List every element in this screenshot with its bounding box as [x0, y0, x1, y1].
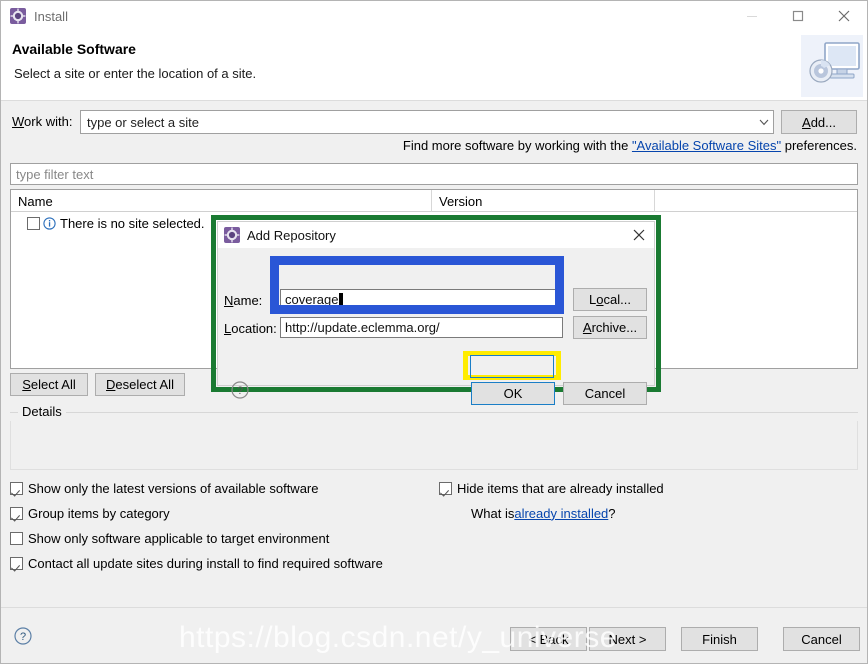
archive-button-label: Archive...: [582, 320, 638, 335]
option-checkbox[interactable]: [439, 481, 452, 495]
column-header-extra[interactable]: [655, 190, 857, 212]
dialog-ok-label: OK: [503, 386, 523, 401]
window-title: Install: [34, 8, 68, 24]
available-software-sites-link[interactable]: "Available Software Sites": [632, 138, 781, 153]
chevron-down-icon[interactable]: [755, 111, 773, 133]
option-show-applicable-to-target[interactable]: Show only software applicable to target …: [10, 529, 329, 547]
column-header-version[interactable]: Version: [432, 190, 655, 212]
svg-text:?: ?: [237, 385, 243, 397]
hint-suffix: ?: [608, 505, 616, 521]
find-more-suffix: preferences.: [781, 138, 857, 153]
option-contact-all-update-sites[interactable]: Contact all update sites during install …: [10, 554, 383, 572]
minimize-button[interactable]: [729, 1, 775, 31]
location-input[interactable]: http://update.eclemma.org/: [280, 317, 563, 338]
deselect-all-button[interactable]: Deselect All: [95, 373, 185, 396]
row-name: There is no site selected.: [60, 215, 205, 231]
local-button[interactable]: Local...: [573, 288, 647, 311]
filter-input-text[interactable]: type filter text: [11, 167, 93, 182]
finish-button-label: Finish: [702, 631, 737, 647]
dialog-cancel-label: Cancel: [584, 386, 626, 401]
wizard-footer: ? < Back Next > Finish Cancel: [1, 608, 867, 663]
work-with-input[interactable]: type or select a site: [81, 115, 755, 130]
blue-highlight-annotation: [270, 256, 564, 314]
row-checkbox[interactable]: [27, 216, 40, 230]
details-content: [10, 421, 858, 470]
eclipse-install-icon: [10, 8, 26, 24]
next-button[interactable]: Next >: [589, 627, 666, 651]
maximize-button[interactable]: [775, 1, 821, 31]
already-installed-hint: What is already installed?: [471, 504, 616, 522]
dialog-title-bar: Add Repository: [218, 222, 654, 248]
deselect-all-label: Deselect All: [106, 377, 174, 392]
hint-prefix: What is: [471, 505, 515, 521]
work-with-row: Work with: type or select a site Add...: [1, 110, 867, 134]
select-all-label: Select All: [22, 377, 76, 392]
work-with-combo[interactable]: type or select a site: [80, 110, 774, 134]
details-divider: [10, 412, 858, 413]
details-legend: Details: [18, 404, 66, 419]
details-group: Details: [10, 404, 858, 470]
svg-text:?: ?: [20, 631, 26, 643]
add-button-label: Add...: [802, 114, 836, 130]
option-label: Group items by category: [28, 505, 170, 521]
option-label: Show only the latest versions of availab…: [28, 480, 319, 496]
dialog-cancel-button[interactable]: Cancel: [563, 382, 647, 405]
archive-button[interactable]: Archive...: [573, 316, 647, 339]
eclipse-install-icon: [224, 227, 240, 243]
option-checkbox[interactable]: [10, 531, 23, 545]
page-subtitle: Select a site or enter the location of a…: [14, 66, 257, 81]
option-label: Contact all update sites during install …: [28, 555, 383, 571]
close-icon[interactable]: [624, 222, 654, 248]
find-more-text: Find more software by working with the "…: [403, 138, 857, 153]
info-icon: [43, 216, 56, 230]
local-button-label: Local...: [589, 292, 631, 307]
dialog-ok-button[interactable]: OK: [471, 382, 555, 405]
work-with-label: Work with:: [12, 114, 73, 129]
select-all-button[interactable]: Select All: [10, 373, 88, 396]
help-question-icon[interactable]: ?: [14, 627, 32, 645]
page-title: Available Software: [12, 41, 136, 57]
back-button-label: < Back: [528, 631, 569, 647]
add-button[interactable]: Add...: [781, 110, 857, 134]
option-label: Show only software applicable to target …: [28, 530, 330, 546]
location-label: Location:: [224, 321, 277, 336]
location-input-value[interactable]: http://update.eclemma.org/: [281, 320, 440, 335]
find-more-prefix: Find more software by working with the: [402, 138, 632, 153]
option-checkbox[interactable]: [10, 506, 23, 520]
next-button-label: Next >: [608, 631, 647, 647]
option-checkbox[interactable]: [10, 481, 23, 495]
install-wizard-window: Install Available Software Select a site…: [0, 0, 868, 664]
wizard-header: Available Software Select a site or ente…: [1, 31, 867, 101]
option-hide-already-installed[interactable]: Hide items that are already installed: [439, 479, 664, 497]
filter-input[interactable]: type filter text: [10, 163, 858, 185]
yellow-highlight-annotation: [463, 351, 561, 380]
option-label: Hide items that are already installed: [457, 480, 664, 496]
cancel-button[interactable]: Cancel: [783, 627, 860, 651]
close-button[interactable]: [821, 1, 867, 31]
name-label: Name:: [224, 293, 263, 308]
cancel-button-label: Cancel: [801, 631, 842, 647]
dialog-title: Add Repository: [247, 227, 336, 243]
title-bar: Install: [1, 1, 867, 31]
back-button[interactable]: < Back: [510, 627, 587, 651]
finish-button[interactable]: Finish: [681, 627, 758, 651]
option-checkbox[interactable]: [10, 556, 23, 570]
already-installed-link[interactable]: already installed: [514, 506, 608, 521]
option-group-by-category[interactable]: Group items by category: [10, 504, 170, 522]
option-show-latest-versions[interactable]: Show only the latest versions of availab…: [10, 479, 319, 497]
table-header: Name Version: [11, 190, 857, 212]
computer-with-disc-icon: [801, 35, 863, 97]
column-header-name[interactable]: Name: [11, 190, 432, 212]
help-question-icon[interactable]: ?: [231, 381, 249, 399]
